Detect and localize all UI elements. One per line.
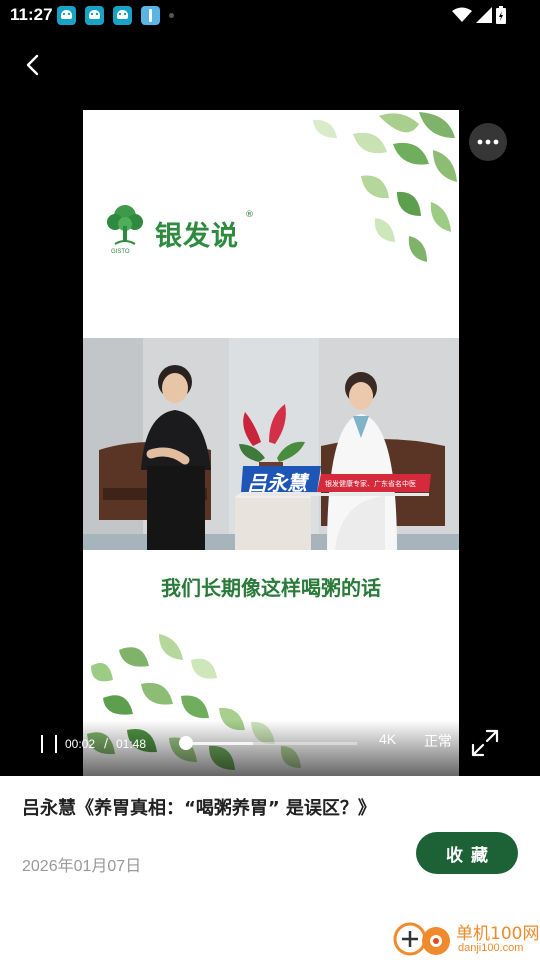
video-player[interactable]: GISTO 银发说 ® 吕永慧 银发健康专家、广东省名中医 我们长期像这样喝粥的…: [0, 30, 540, 776]
more-horizontal-icon: [477, 139, 499, 145]
favorite-button[interactable]: 收藏: [416, 832, 518, 874]
app-notification-icon: [113, 6, 132, 25]
speaker-title: 银发健康专家、广东省名中医: [325, 480, 416, 488]
current-time: 00:02: [65, 737, 96, 751]
video-frame: GISTO 银发说 ® 吕永慧 银发健康专家、广东省名中医 我们长期像这样喝粥的…: [83, 110, 459, 776]
speed-selector[interactable]: 正常: [424, 731, 452, 751]
app-notification-icon: [85, 6, 104, 25]
seek-bar[interactable]: [183, 742, 357, 745]
tree-logo-icon: [107, 205, 143, 245]
speaker-name-banner: 吕永慧 银发健康专家、广东省名中医: [241, 466, 431, 498]
leaf-decoration-top: [313, 112, 457, 262]
publish-date: 2026年01月07日: [22, 858, 142, 875]
video-caption: 我们长期像这样喝粥的话: [161, 576, 381, 600]
registered-mark: ®: [245, 210, 254, 220]
chevron-left-icon: [26, 54, 39, 76]
cellular-signal-icon: [476, 7, 492, 23]
time-separator: /: [104, 736, 109, 750]
pause-bar-left: [41, 735, 43, 753]
status-bar: 11:27: [0, 0, 540, 30]
player-controls: 00:02 / 01:48 4K 正常: [0, 720, 540, 776]
battery-icon: [496, 6, 506, 24]
more-notifications-dot-icon: [169, 13, 174, 18]
seek-thumb[interactable]: [179, 736, 194, 750]
watermark-name: 单机100网: [456, 924, 540, 944]
fullscreen-icon: [471, 729, 499, 757]
pause-button[interactable]: [38, 733, 60, 755]
status-time: 11:27: [10, 5, 53, 24]
brand-logo: GISTO 银发说 ®: [103, 202, 263, 262]
interview-scene-illustration: [83, 338, 459, 550]
seek-buffered: [183, 742, 253, 745]
info-notification-icon: [141, 6, 160, 25]
system-icons: [452, 6, 506, 24]
watermark-url: danji100.com: [458, 942, 524, 954]
site-watermark: 单机100网 danji100.com: [392, 917, 540, 960]
interview-scene: 吕永慧 银发健康专家、广东省名中医: [83, 338, 459, 550]
logo-name: 银发说: [155, 221, 239, 252]
notification-icons: [57, 6, 174, 25]
app-notification-icon: [57, 6, 76, 25]
logo-subtext: GISTO: [111, 249, 130, 255]
more-options-button[interactable]: [469, 123, 507, 161]
wifi-icon: [452, 7, 472, 22]
watermark-logo-icon: [393, 922, 450, 956]
total-time: 01:48: [116, 737, 147, 751]
fullscreen-button[interactable]: [470, 728, 500, 758]
quality-selector[interactable]: 4K: [379, 731, 396, 747]
video-title: 吕永慧《养胃真相：“喝粥养胃” 是误区？》: [22, 798, 376, 819]
speaker-name: 吕永慧: [247, 471, 307, 495]
pause-bar-right: [55, 735, 57, 753]
back-button[interactable]: [16, 48, 50, 82]
